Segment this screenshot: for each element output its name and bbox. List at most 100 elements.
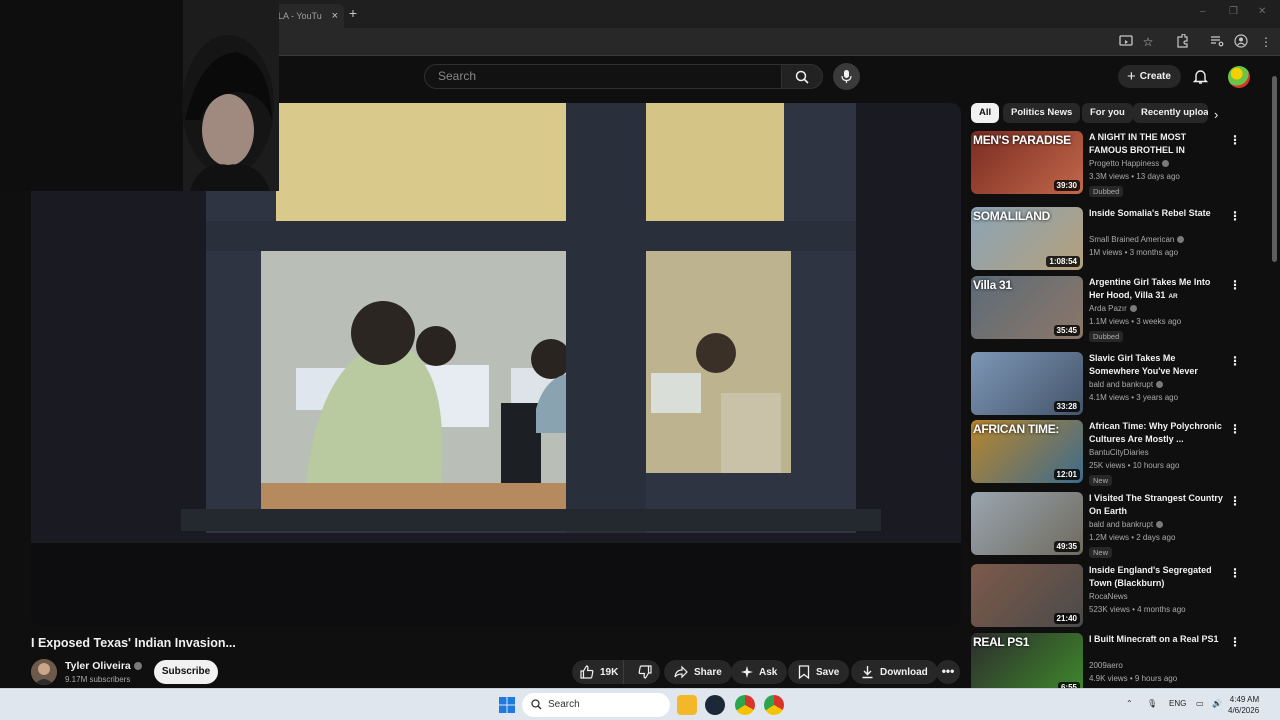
more-options-icon[interactable]: ⋮ xyxy=(1229,354,1241,368)
steam-icon[interactable] xyxy=(705,695,725,715)
video-thumbnail[interactable]: 21:40 xyxy=(971,564,1083,627)
network-icon[interactable]: ▭ xyxy=(1196,699,1204,708)
more-options-icon[interactable]: ⋮ xyxy=(1229,278,1241,292)
duration-badge: 39:30 xyxy=(1053,180,1080,191)
more-options-icon[interactable]: ⋮ xyxy=(1229,133,1241,147)
create-label: Create xyxy=(1139,71,1171,82)
recommendation-item[interactable]: 21:40 Inside England's Segregated Town (B… xyxy=(971,564,1251,632)
recommendation-title[interactable]: A NIGHT IN THE MOST FAMOUS BROTHEL IN EU… xyxy=(1089,131,1227,157)
recommendation-title-text: I Built Minecraft on a Real PS1 xyxy=(1089,634,1219,644)
taskbar-search[interactable]: Search xyxy=(522,693,670,717)
share-button[interactable]: Share xyxy=(664,660,732,684)
browser-menu-icon[interactable]: ⋮ xyxy=(1258,34,1274,50)
recommendation-channel[interactable]: Progetto Happiness xyxy=(1089,159,1170,168)
account-avatar[interactable] xyxy=(1228,66,1250,88)
recommendation-title[interactable]: Slavic Girl Takes Me Somewhere You've Ne… xyxy=(1089,352,1227,378)
recommendation-meta: 4.1M views • 3 years ago xyxy=(1089,393,1179,402)
media-control-icon[interactable] xyxy=(1209,34,1225,50)
minimize-icon[interactable]: – xyxy=(1200,6,1206,17)
file-explorer-icon[interactable] xyxy=(677,695,697,715)
profile-icon[interactable] xyxy=(1233,34,1249,50)
channel-avatar[interactable] xyxy=(31,659,57,685)
notifications-bell-icon[interactable] xyxy=(1192,68,1209,85)
windows-start-icon[interactable] xyxy=(499,697,515,713)
volume-icon[interactable]: 🔊 xyxy=(1212,699,1222,708)
new-tab-icon[interactable]: + xyxy=(346,6,360,20)
recommendation-item[interactable]: AFRICAN TIME: 12:01 African Time: Why Poly… xyxy=(971,420,1251,488)
microphone-tray-icon[interactable]: 🎙 xyxy=(1147,699,1157,708)
more-options-icon[interactable]: ⋮ xyxy=(1229,566,1241,580)
browser-tab[interactable]: LA - YouTu × xyxy=(268,4,344,28)
recommendation-channel[interactable]: bald and bankrupt xyxy=(1089,520,1164,529)
extensions-icon[interactable] xyxy=(1174,33,1190,50)
voice-search-button[interactable] xyxy=(833,63,860,90)
more-options-icon[interactable]: ⋮ xyxy=(1229,209,1241,223)
create-button[interactable]: + Create xyxy=(1118,65,1181,88)
close-window-icon[interactable]: ✕ xyxy=(1258,6,1266,17)
windows-taskbar: Search ⌃ 🎙 ENG ▭ 🔊 4:49 AM 4/6/2026 xyxy=(0,688,1280,720)
cast-icon[interactable] xyxy=(1118,34,1134,50)
clock-time: 4:49 AM xyxy=(1229,695,1260,704)
share-label: Share xyxy=(694,666,722,678)
more-options-icon[interactable]: ⋮ xyxy=(1229,635,1241,649)
share-icon xyxy=(674,665,688,679)
download-button[interactable]: Download xyxy=(851,660,938,684)
dislike-button[interactable] xyxy=(630,660,661,684)
channel-name[interactable]: Tyler Oliveira xyxy=(65,660,142,672)
recommendation-channel[interactable]: bald and bankrupt xyxy=(1089,380,1164,389)
video-thumbnail[interactable]: SOMALILAND 1:08:54 xyxy=(971,207,1083,270)
recommendation-item[interactable]: Villa 31 35:45 Argentine Girl Takes Me Int… xyxy=(971,276,1251,344)
restore-icon[interactable]: ❐ xyxy=(1229,6,1238,17)
video-thumbnail[interactable]: Villa 31 35:45 xyxy=(971,276,1083,339)
video-thumbnail[interactable]: 33:28 xyxy=(971,352,1083,415)
tab-close-icon[interactable]: × xyxy=(332,10,338,22)
bookmark-star-icon[interactable]: ☆ xyxy=(1140,34,1156,50)
chip-all[interactable]: All xyxy=(971,103,1000,123)
like-button[interactable]: 19K xyxy=(572,660,624,684)
clock[interactable]: 4:49 AM 4/6/2026 xyxy=(1228,694,1259,716)
recommendation-channel[interactable]: 2009aero xyxy=(1089,661,1123,670)
chip-recently-uploaded[interactable]: Recently uploa xyxy=(1133,103,1208,123)
chip-for-you[interactable]: For you xyxy=(1082,103,1133,123)
scrollbar[interactable] xyxy=(1270,64,1278,694)
video-thumbnail[interactable]: AFRICAN TIME: 12:01 xyxy=(971,420,1083,483)
video-thumbnail[interactable]: 49:35 xyxy=(971,492,1083,555)
recommendation-item[interactable]: MEN'S PARADISE 39:30 A NIGHT IN THE MOST F… xyxy=(971,131,1251,199)
video-thumbnail[interactable]: REAL PS16:55 xyxy=(971,633,1083,696)
recommendation-channel[interactable]: BantuCityDiaries xyxy=(1089,448,1149,457)
recommendation-channel[interactable]: Small Brained American xyxy=(1089,235,1185,244)
more-options-icon[interactable]: ⋮ xyxy=(1229,494,1241,508)
more-options-icon[interactable]: ⋮ xyxy=(1229,422,1241,436)
thumbnail-text: SOMALILAND xyxy=(973,209,1050,223)
webcam-overlay xyxy=(0,0,279,191)
recommendation-title[interactable]: Inside Somalia's Rebel State xyxy=(1089,207,1227,220)
recommendation-item[interactable]: 33:28 Slavic Girl Takes Me Somewhere You'… xyxy=(971,352,1251,420)
chrome-icon[interactable] xyxy=(735,695,755,715)
recommendation-title[interactable]: I Visited The Strangest Country On Earth xyxy=(1089,492,1227,518)
recommendation-title[interactable]: African Time: Why Polychronic Cultures A… xyxy=(1089,420,1227,446)
recommendation-item[interactable]: SOMALILAND 1:08:54 Inside Somalia's Rebel … xyxy=(971,207,1251,275)
recommendation-title[interactable]: Inside England's Segregated Town (Blackb… xyxy=(1089,564,1227,590)
verified-check-icon xyxy=(1162,160,1170,168)
ask-label: Ask xyxy=(759,666,778,678)
search-input[interactable]: Search xyxy=(424,64,782,89)
search-icon xyxy=(531,699,542,710)
tray-chevron-up-icon[interactable]: ⌃ xyxy=(1126,699,1133,708)
language-indicator[interactable]: ENG xyxy=(1169,699,1186,708)
search-button[interactable] xyxy=(781,64,823,89)
video-thumbnail[interactable]: MEN'S PARADISE 39:30 xyxy=(971,131,1083,194)
recommendation-item[interactable]: 49:35 I Visited The Strangest Country On … xyxy=(971,492,1251,560)
recommendation-title[interactable]: I Built Minecraft on a Real PS1 xyxy=(1089,633,1227,646)
ask-button[interactable]: Ask xyxy=(731,660,788,684)
subscriber-count: 9.17M subscribers xyxy=(65,675,131,684)
chevron-right-icon[interactable]: › xyxy=(1214,108,1228,122)
recommendation-channel[interactable]: Arda Pazır xyxy=(1089,304,1137,313)
scrollbar-thumb[interactable] xyxy=(1272,76,1277,262)
subscribe-button[interactable]: Subscribe xyxy=(154,660,218,684)
chip-politics-news[interactable]: Politics News xyxy=(1003,103,1081,123)
recommendation-title[interactable]: Argentine Girl Takes Me Into Her Hood, V… xyxy=(1089,276,1227,302)
save-button[interactable]: Save xyxy=(788,660,850,684)
chrome-profile-icon[interactable] xyxy=(764,695,784,715)
more-actions-button[interactable]: ••• xyxy=(936,660,960,684)
recommendation-channel[interactable]: RocaNews xyxy=(1089,592,1128,601)
